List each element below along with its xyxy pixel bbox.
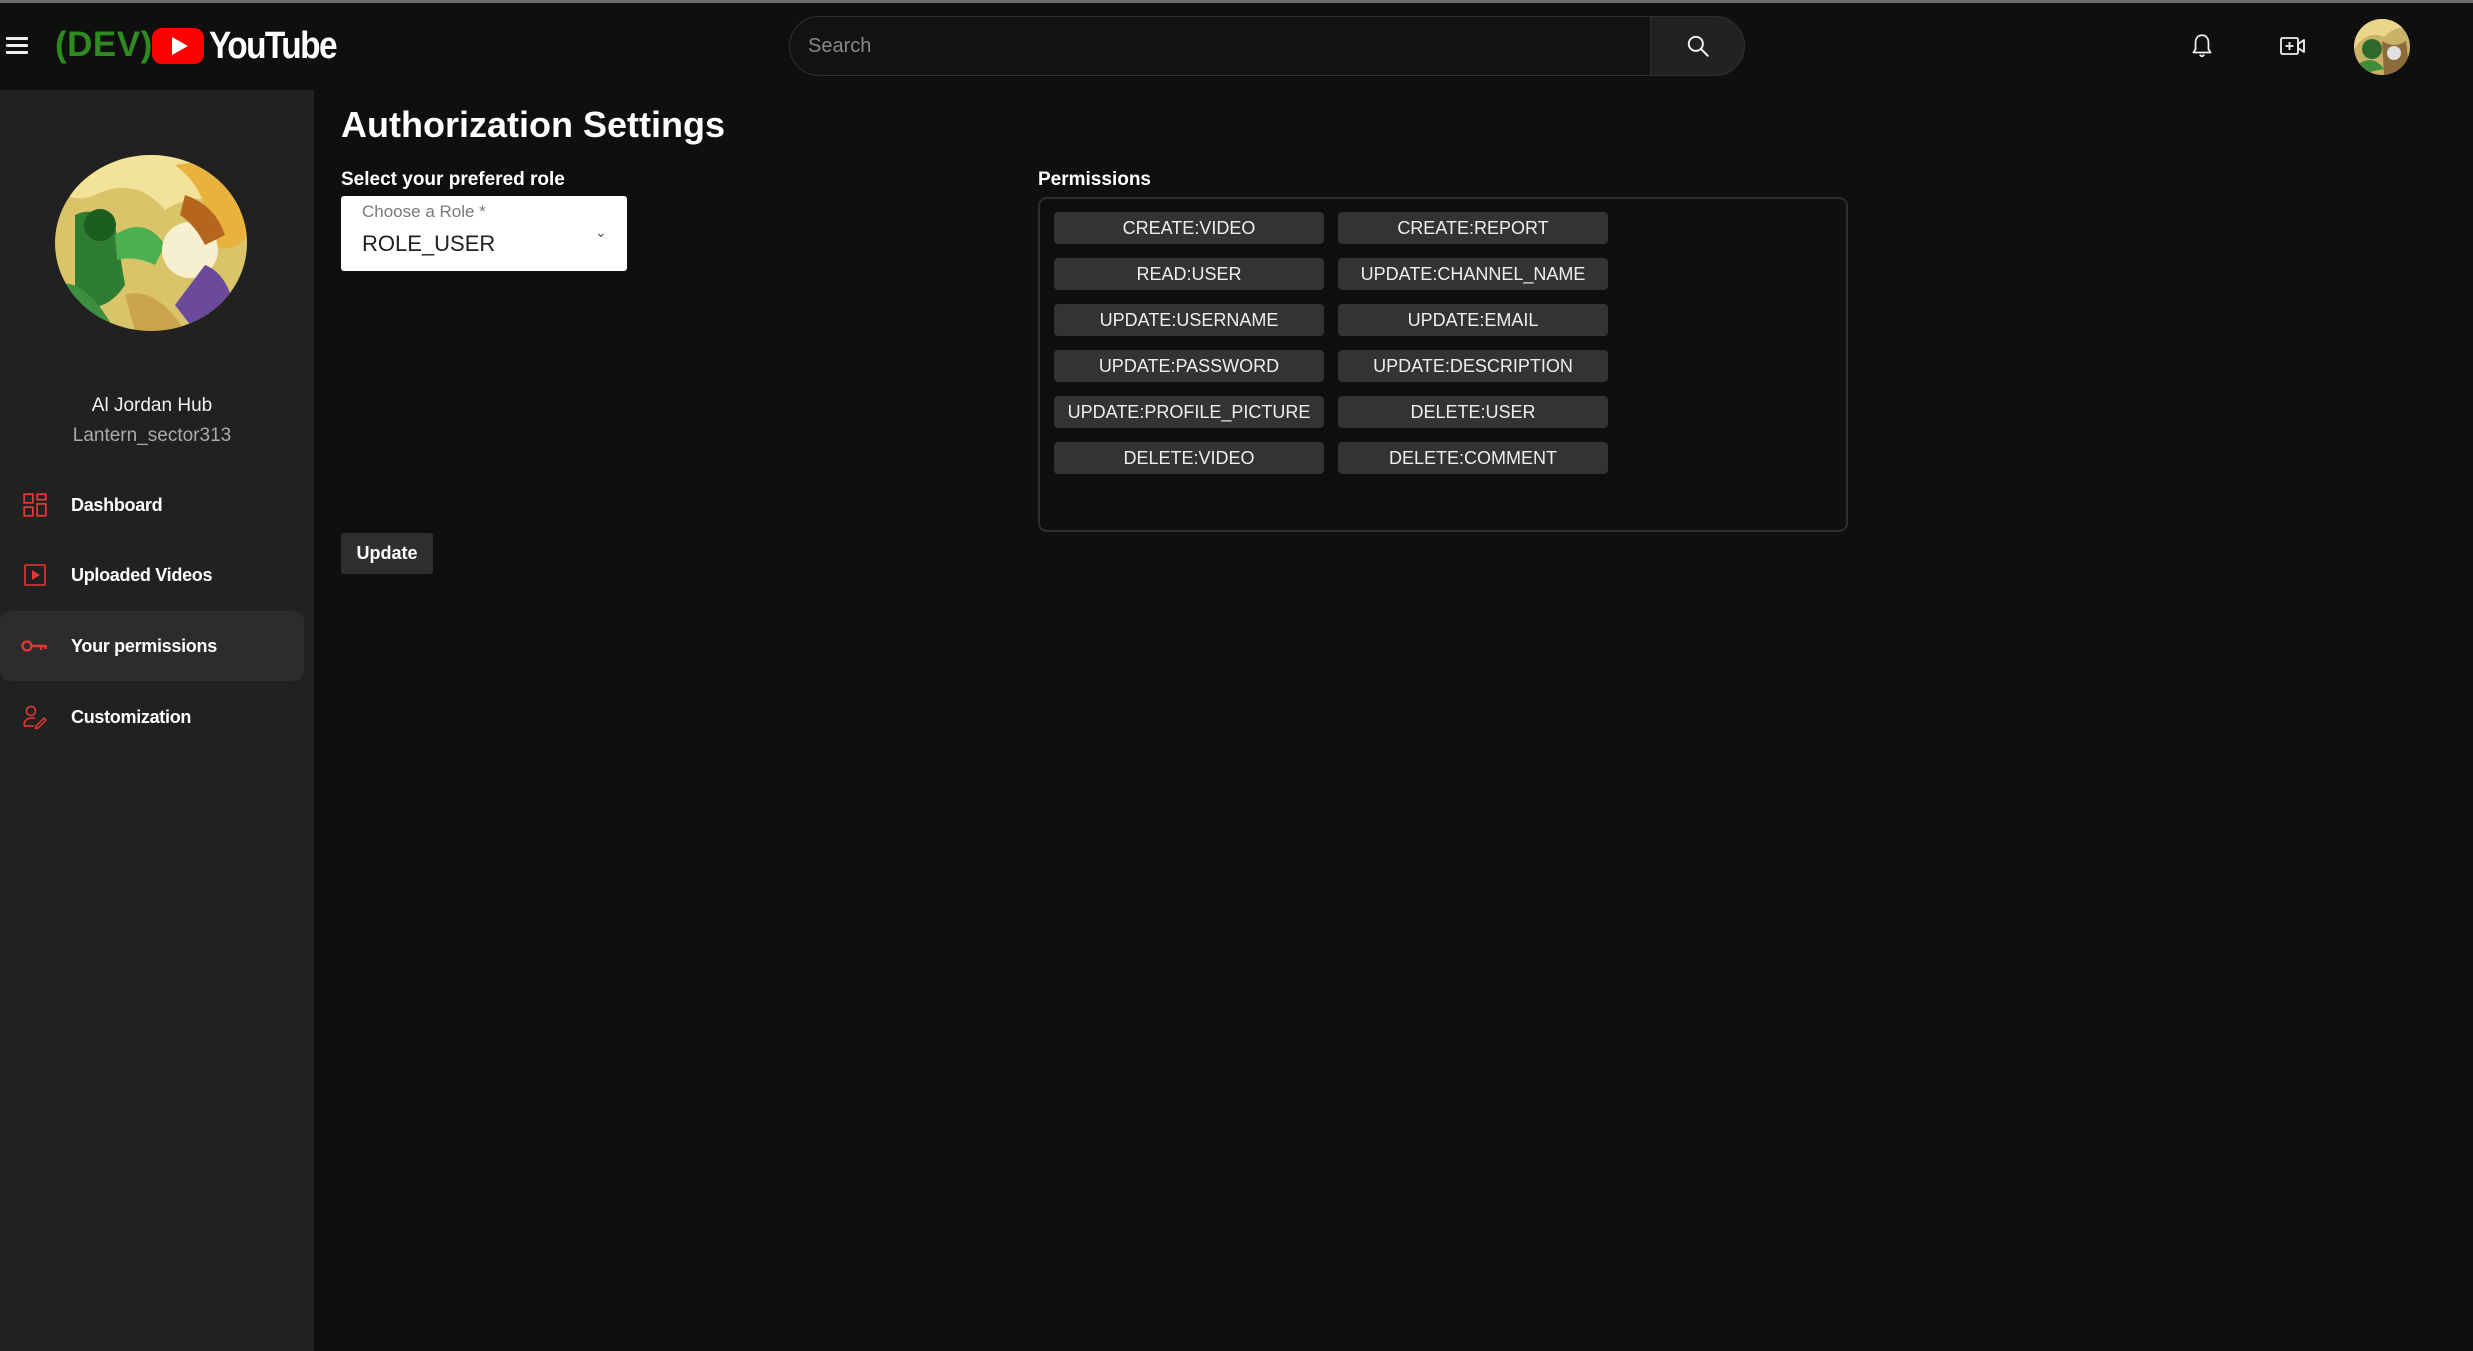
top-header: (DEV) YouTube bbox=[0, 3, 2473, 90]
sidebar: Al Jordan Hub Lantern_sector313 Dashboar… bbox=[0, 90, 314, 1351]
sidebar-item-dashboard[interactable]: Dashboard bbox=[0, 470, 304, 540]
dev-environment-tag: (DEV) bbox=[55, 25, 153, 64]
permission-chip[interactable]: DELETE:USER bbox=[1338, 396, 1608, 428]
permissions-box: CREATE:VIDEO CREATE:REPORT READ:USER UPD… bbox=[1038, 197, 1848, 532]
dashboard-icon bbox=[20, 490, 50, 520]
create-video-button[interactable] bbox=[2276, 29, 2310, 63]
permission-chip[interactable]: CREATE:REPORT bbox=[1338, 212, 1608, 244]
sidebar-item-label: Your permissions bbox=[71, 635, 217, 656]
permission-chip[interactable]: UPDATE:PASSWORD bbox=[1054, 350, 1324, 382]
search-bar bbox=[789, 16, 1745, 76]
sidebar-item-label: Customization bbox=[71, 706, 192, 727]
sidebar-item-customization[interactable]: Customization bbox=[0, 682, 304, 752]
permission-chip[interactable]: UPDATE:DESCRIPTION bbox=[1338, 350, 1608, 382]
profile-name: Al Jordan Hub bbox=[91, 395, 213, 416]
notifications-button[interactable] bbox=[2185, 29, 2219, 63]
permission-chip[interactable]: UPDATE:PROFILE_PICTURE bbox=[1054, 396, 1324, 428]
permissions-label: Permissions bbox=[1038, 169, 1151, 190]
role-select-label: Select your prefered role bbox=[341, 169, 565, 190]
sidebar-item-uploaded-videos[interactable]: Uploaded Videos bbox=[0, 540, 304, 610]
permission-chip[interactable]: CREATE:VIDEO bbox=[1054, 212, 1324, 244]
permission-chip[interactable]: DELETE:VIDEO bbox=[1054, 442, 1324, 474]
permission-chip[interactable]: DELETE:COMMENT bbox=[1338, 442, 1608, 474]
key-icon bbox=[20, 631, 50, 661]
search-icon bbox=[1687, 35, 1709, 57]
permission-chip[interactable]: UPDATE:CHANNEL_NAME bbox=[1338, 258, 1608, 290]
menu-icon[interactable] bbox=[6, 37, 28, 57]
role-select-value: ROLE_USER bbox=[362, 231, 496, 256]
profile-picture bbox=[55, 155, 247, 331]
person-edit-icon bbox=[20, 702, 50, 732]
search-input[interactable] bbox=[789, 16, 1650, 76]
profile-handle: Lantern_sector313 bbox=[72, 425, 232, 446]
sidebar-item-label: Dashboard bbox=[71, 494, 163, 515]
youtube-play-icon bbox=[152, 28, 204, 64]
play-box-icon bbox=[20, 560, 50, 590]
youtube-wordmark: YouTube bbox=[209, 24, 338, 67]
role-select[interactable]: Choose a Role * ROLE_USER ⌄ bbox=[341, 196, 627, 271]
bell-icon bbox=[2192, 34, 2212, 58]
update-button[interactable]: Update bbox=[341, 533, 433, 574]
permission-chip[interactable]: UPDATE:EMAIL bbox=[1338, 304, 1608, 336]
page-title: Authorization Settings bbox=[341, 104, 725, 145]
sidebar-item-label: Uploaded Videos bbox=[71, 564, 213, 585]
role-select-floating-label: Choose a Role * bbox=[362, 202, 486, 221]
youtube-logo[interactable]: YouTube bbox=[152, 25, 353, 67]
create-video-icon bbox=[2280, 37, 2305, 55]
chevron-down-icon: ⌄ bbox=[595, 224, 607, 240]
permission-chip[interactable]: UPDATE:USERNAME bbox=[1054, 304, 1324, 336]
sidebar-item-your-permissions[interactable]: Your permissions bbox=[0, 611, 304, 681]
search-button[interactable] bbox=[1650, 16, 1745, 76]
avatar[interactable] bbox=[2354, 19, 2410, 75]
permission-chip[interactable]: READ:USER bbox=[1054, 258, 1324, 290]
